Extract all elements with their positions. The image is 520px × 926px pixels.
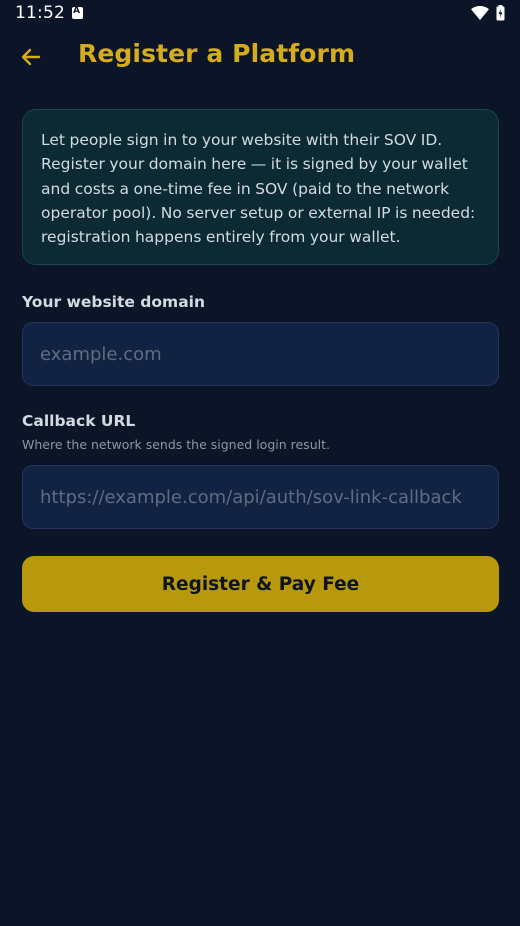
app-notification-icon [72, 6, 83, 19]
app-bar: Register a Platform [0, 28, 520, 86]
info-card: Let people sign in to your website with … [22, 109, 499, 265]
info-text: Let people sign in to your website with … [41, 131, 476, 247]
register-platform-screen: 11:52 Register a Platform Let people sig… [0, 0, 520, 926]
wifi-icon [471, 6, 489, 20]
arrow-left-icon [21, 48, 41, 66]
domain-label: Your website domain [22, 293, 206, 311]
status-time: 11:52 [15, 3, 65, 23]
status-bar: 11:52 [0, 0, 520, 28]
callback-url-label: Callback URL [22, 412, 136, 430]
battery-icon [496, 5, 505, 21]
callback-url-hint: Where the network sends the signed login… [22, 437, 330, 452]
domain-input[interactable] [22, 322, 499, 386]
page-title: Register a Platform [78, 39, 356, 68]
register-pay-fee-button[interactable]: Register & Pay Fee [22, 556, 499, 612]
back-button[interactable] [12, 39, 50, 75]
callback-url-input[interactable] [22, 465, 499, 529]
